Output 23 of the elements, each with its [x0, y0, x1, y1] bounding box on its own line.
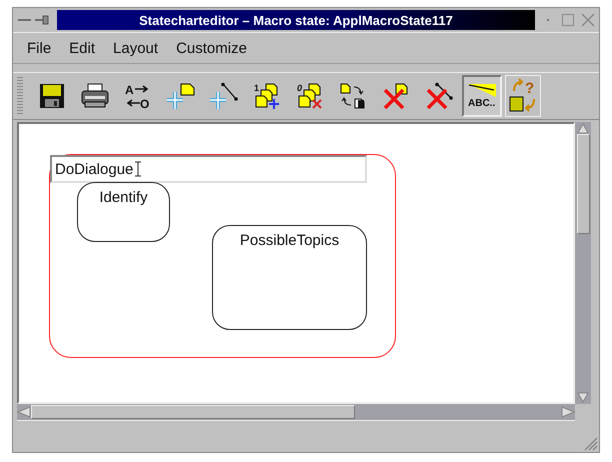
menu-item[interactable]: Layout — [113, 40, 158, 56]
printer-icon — [80, 82, 110, 110]
state-name: PossibleTopics — [240, 232, 340, 250]
menu-item[interactable]: Edit — [69, 40, 96, 56]
state-box[interactable]: Identify — [77, 182, 170, 242]
delete-transition-icon — [424, 82, 454, 110]
tool-button[interactable]: ABC.. — [462, 75, 502, 117]
add-state-icon — [166, 82, 196, 110]
resize-grip-icon[interactable] — [584, 437, 598, 451]
pin-icon[interactable] — [17, 14, 51, 26]
text-cursor-icon — [135, 161, 142, 177]
state-name: Identify — [99, 189, 148, 207]
horizontal-scrollbar[interactable] — [17, 404, 575, 421]
vertical-scrollbar[interactable] — [575, 122, 591, 404]
window-title: Statecharteditor – Macro state: ApplMacroState117 — [57, 10, 535, 30]
name-field[interactable]: DoDialogue — [50, 155, 367, 183]
maximize-icon[interactable] — [561, 13, 575, 27]
menu-item[interactable]: File — [27, 40, 52, 56]
close-icon[interactable] — [581, 13, 595, 27]
add-transition-icon — [209, 82, 239, 110]
menu-item[interactable]: Customize — [176, 40, 247, 56]
scroll-down-icon[interactable] — [576, 392, 590, 404]
state-box[interactable]: PossibleTopics — [212, 225, 367, 330]
